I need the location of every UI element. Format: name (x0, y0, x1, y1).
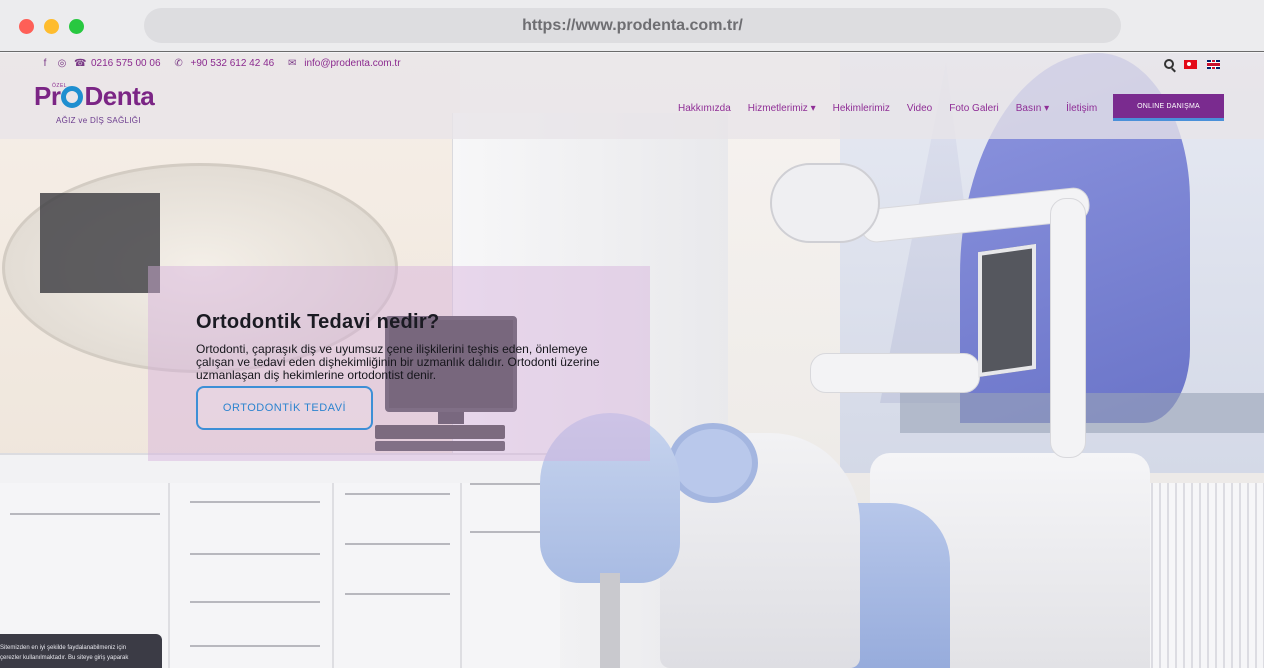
browser-toolbar: https://www.prodenta.com.tr/ (0, 0, 1264, 52)
drawer-handle (190, 645, 320, 647)
turkish-flag-icon[interactable] (1184, 59, 1197, 69)
drawer-divider (460, 483, 462, 668)
drawer-handle (10, 513, 160, 515)
email-link[interactable]: info@prodenta.com.tr (304, 58, 400, 69)
drawer-handle (345, 493, 450, 495)
drawer-handle (345, 593, 450, 595)
logo-ozel: ÖZEL (52, 83, 68, 89)
nav-item-basin[interactable]: Basın ▾ (1016, 103, 1049, 114)
drawer-handle (345, 543, 450, 545)
chair-headrest (668, 423, 758, 503)
hero-title: Ortodontik Tedavi nedir? (196, 311, 440, 333)
nav-item-hakkimizda[interactable]: Hakkımızda (678, 103, 731, 114)
english-flag-icon[interactable] (1207, 59, 1220, 69)
dental-lamp (770, 163, 880, 243)
web-page: f ◎ ☎ 0216 575 00 06 ✆ +90 532 612 42 46… (0, 53, 1264, 668)
drawer-handle (190, 501, 320, 503)
logo-denta: Denta (84, 81, 155, 111)
drawer-handle (190, 601, 320, 603)
nav-item-hekimlerimiz[interactable]: Hekimlerimiz (833, 103, 890, 114)
nav-item-hizmetlerimiz[interactable]: Hizmetlerimiz ▾ (748, 103, 816, 114)
drawer-handle (470, 483, 550, 485)
cookie-text-line: çerezler kullanılmaktadır. Bu siteye gir… (0, 655, 129, 661)
nav-item-iletisim[interactable]: İletişim (1066, 103, 1097, 114)
search-icon[interactable] (1164, 59, 1174, 69)
whatsapp-number[interactable]: +90 532 612 42 46 (191, 58, 275, 69)
phone-icon: ☎ (74, 58, 87, 69)
mirror-reflection (40, 193, 160, 293)
contact-bar: f ◎ ☎ 0216 575 00 06 ✆ +90 532 612 42 46… (40, 58, 407, 69)
dental-monitor (978, 243, 1036, 378)
site-header: f ◎ ☎ 0216 575 00 06 ✆ +90 532 612 42 46… (0, 53, 1264, 139)
instrument-tray (810, 353, 980, 393)
address-bar[interactable]: https://www.prodenta.com.tr/ (144, 8, 1121, 43)
stool-post (600, 573, 620, 668)
header-utilities (1164, 59, 1220, 69)
maximize-window-button[interactable] (69, 19, 84, 34)
cookie-notice: Sitemizden en iyi şekilde faydalanabilme… (0, 634, 162, 668)
nav-item-video[interactable]: Video (907, 103, 932, 114)
site-logo[interactable]: ÖZEL Pr Denta AĞIZ ve DİŞ SAĞLIĞI (34, 81, 164, 125)
close-window-button[interactable] (19, 19, 34, 34)
drawer-divider (332, 483, 334, 668)
drawer-handle (190, 553, 320, 555)
drawer-handle (470, 531, 550, 533)
dental-pillar (1050, 198, 1086, 458)
drawer-divider (168, 483, 170, 668)
email-icon: ✉ (288, 58, 297, 69)
minimize-window-button[interactable] (44, 19, 59, 34)
nav-item-foto-galeri[interactable]: Foto Galeri (949, 103, 998, 114)
cookie-text-line: Sitemizden en iyi şekilde faydalanabilme… (0, 645, 127, 651)
facebook-icon[interactable]: f (40, 58, 50, 69)
orthodontic-treatment-button[interactable]: ORTODONTİK TEDAVİ (196, 386, 373, 430)
whatsapp-icon: ✆ (174, 58, 183, 69)
radiator (1145, 483, 1264, 668)
instagram-icon[interactable]: ◎ (57, 58, 67, 69)
logo-tagline: AĞIZ ve DİŞ SAĞLIĞI (56, 116, 141, 125)
hero-description: Ortodonti, çapraşık diş ve uyumsuz çene … (196, 342, 600, 382)
main-nav: Hakkımızda Hizmetlerimiz ▾ Hekimlerimiz … (678, 103, 1097, 114)
phone-number[interactable]: 0216 575 00 06 (91, 58, 161, 69)
online-consultation-button[interactable]: ONLINE DANIŞMA (1113, 94, 1224, 121)
